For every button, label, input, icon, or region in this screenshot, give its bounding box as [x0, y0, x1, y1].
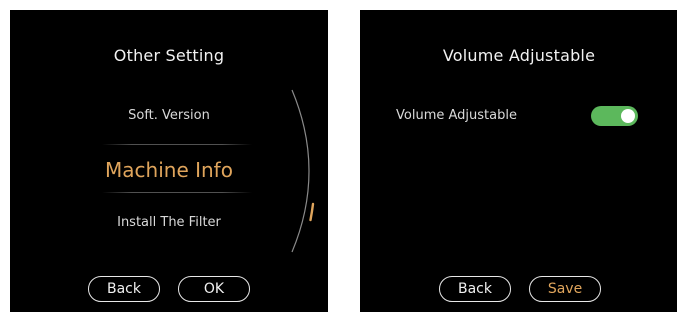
volume-adjustable-screen: Volume Adjustable Volume Adjustable Back…	[360, 10, 677, 312]
volume-adjustable-label: Volume Adjustable	[396, 108, 517, 123]
scroll-indicator[interactable]	[280, 86, 324, 256]
scroll-track	[291, 89, 310, 253]
toggle-knob	[621, 109, 635, 123]
other-setting-screen: Other Setting Soft. Version Machine Info…	[10, 10, 328, 312]
volume-adjustable-toggle[interactable]	[591, 106, 638, 126]
device-screens: Other Setting Soft. Version Machine Info…	[0, 0, 677, 318]
back-button[interactable]: Back	[88, 276, 160, 302]
ok-button[interactable]: OK	[178, 276, 250, 302]
selection-divider	[102, 192, 252, 193]
screen-title: Other Setting	[113, 46, 225, 65]
scroll-thumb[interactable]	[309, 202, 315, 222]
back-button[interactable]: Back	[439, 276, 511, 302]
save-button[interactable]: Save	[529, 276, 601, 302]
screen-title: Volume Adjustable	[442, 46, 596, 65]
selection-divider	[102, 144, 252, 145]
